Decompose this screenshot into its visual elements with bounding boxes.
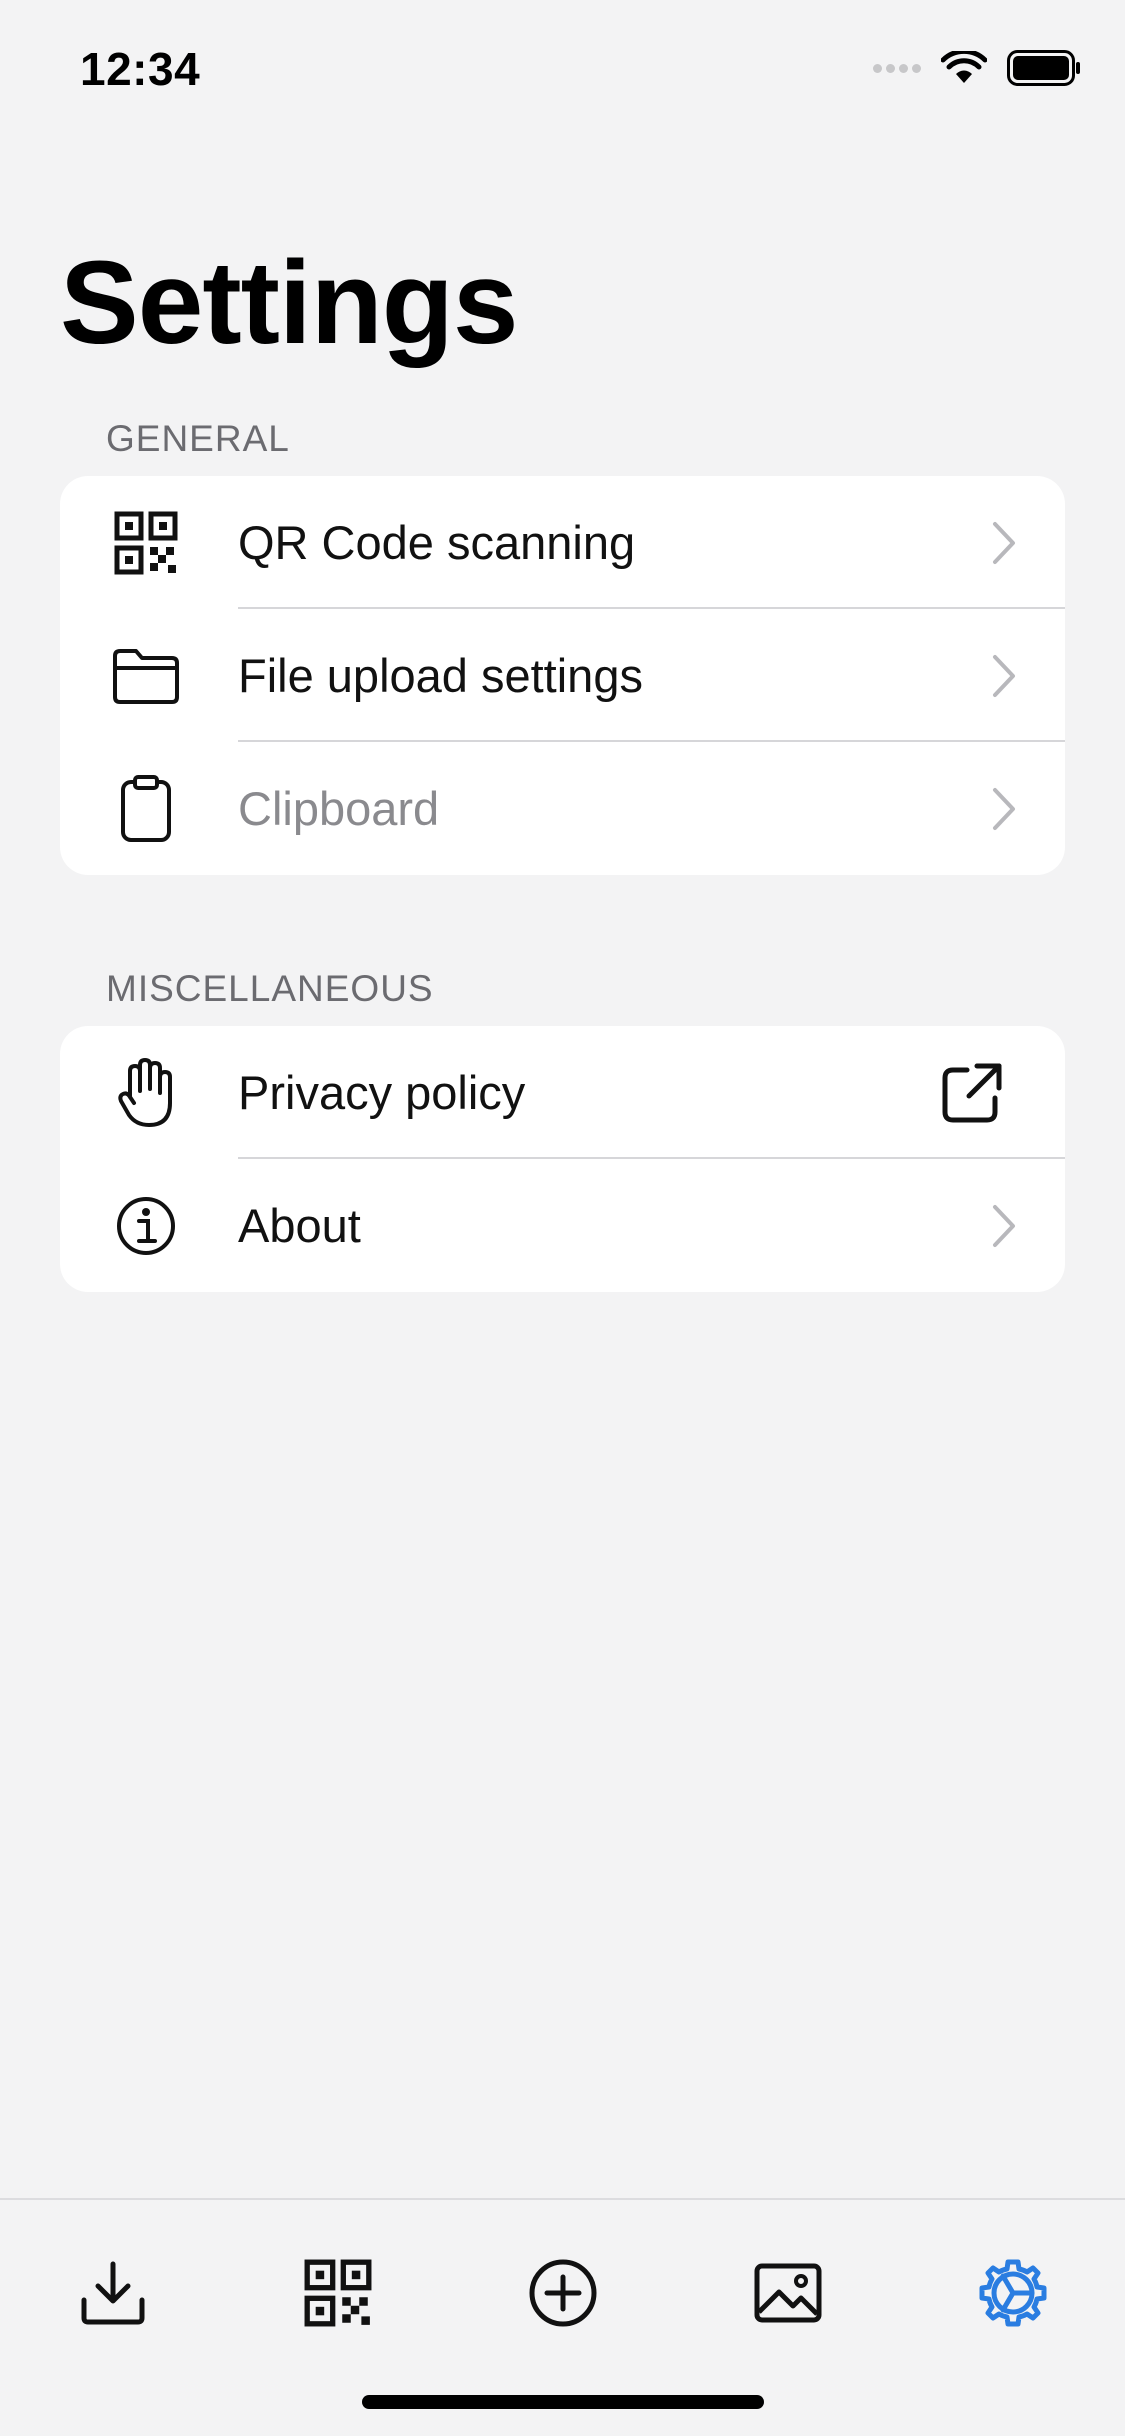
row-file-upload-settings[interactable]: File upload settings <box>60 609 1065 742</box>
row-privacy-policy[interactable]: Privacy policy <box>60 1026 1065 1159</box>
row-about[interactable]: About <box>60 1159 1065 1292</box>
image-icon <box>754 2263 822 2323</box>
home-indicator <box>362 2395 764 2409</box>
qr-code-icon <box>106 503 186 583</box>
row-clipboard[interactable]: Clipboard <box>60 742 1065 875</box>
page-title: Settings <box>60 237 518 369</box>
download-icon <box>81 2261 145 2325</box>
chevron-right-icon <box>991 653 1017 699</box>
clipboard-icon <box>106 769 186 849</box>
tab-qr-code[interactable] <box>283 2238 393 2348</box>
tab-images[interactable] <box>733 2238 843 2348</box>
folder-icon <box>106 636 186 716</box>
settings-screen: 12:34 Settings GENERAL QR Code scanning … <box>0 0 1125 2436</box>
status-bar: 12:34 <box>0 0 1125 140</box>
add-circle-icon <box>529 2259 597 2327</box>
gear-icon <box>979 2259 1047 2327</box>
status-time: 12:34 <box>80 43 201 95</box>
chevron-right-icon <box>991 786 1017 832</box>
external-link-icon <box>941 1062 1003 1124</box>
row-label: Privacy policy <box>238 1066 526 1119</box>
section-header-miscellaneous: MISCELLANEOUS <box>106 968 434 1009</box>
status-icons <box>873 50 1081 86</box>
chevron-right-icon <box>991 520 1017 566</box>
row-label: Clipboard <box>238 782 440 835</box>
tab-settings[interactable] <box>958 2238 1068 2348</box>
tab-download[interactable] <box>58 2238 168 2348</box>
row-label: QR Code scanning <box>238 516 636 569</box>
row-qr-code-scanning[interactable]: QR Code scanning <box>60 476 1065 609</box>
settings-group-miscellaneous: Privacy policy About <box>60 1026 1065 1292</box>
cellular-signal-icon <box>873 63 921 73</box>
qr-code-icon <box>304 2259 372 2327</box>
battery-icon <box>1007 50 1080 86</box>
row-label: About <box>238 1199 361 1252</box>
chevron-right-icon <box>991 1203 1017 1249</box>
tab-add[interactable] <box>508 2238 618 2348</box>
hand-icon <box>106 1053 186 1133</box>
settings-group-general: QR Code scanning File upload settings Cl… <box>60 476 1065 875</box>
info-icon <box>106 1186 186 1266</box>
row-label: File upload settings <box>238 649 643 702</box>
wifi-icon <box>941 51 987 83</box>
section-header-general: GENERAL <box>106 418 290 459</box>
